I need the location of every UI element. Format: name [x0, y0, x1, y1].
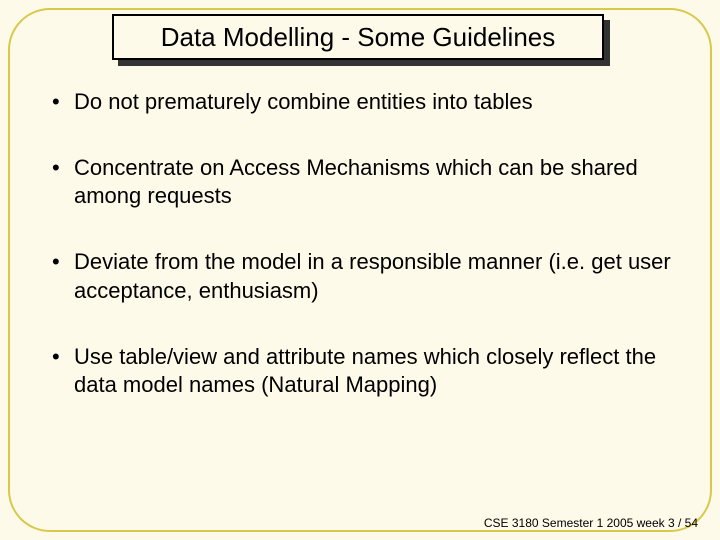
slide-title: Data Modelling - Some Guidelines — [161, 22, 556, 53]
list-item: Do not prematurely combine entities into… — [48, 88, 672, 116]
bullet-list: Do not prematurely combine entities into… — [48, 88, 672, 399]
list-item: Concentrate on Access Mechanisms which c… — [48, 154, 672, 210]
title-box: Data Modelling - Some Guidelines — [112, 14, 604, 60]
slide-content: Do not prematurely combine entities into… — [48, 88, 672, 437]
slide-footer: CSE 3180 Semester 1 2005 week 3 / 54 — [484, 516, 698, 530]
list-item: Use table/view and attribute names which… — [48, 343, 672, 399]
list-item: Deviate from the model in a responsible … — [48, 248, 672, 304]
